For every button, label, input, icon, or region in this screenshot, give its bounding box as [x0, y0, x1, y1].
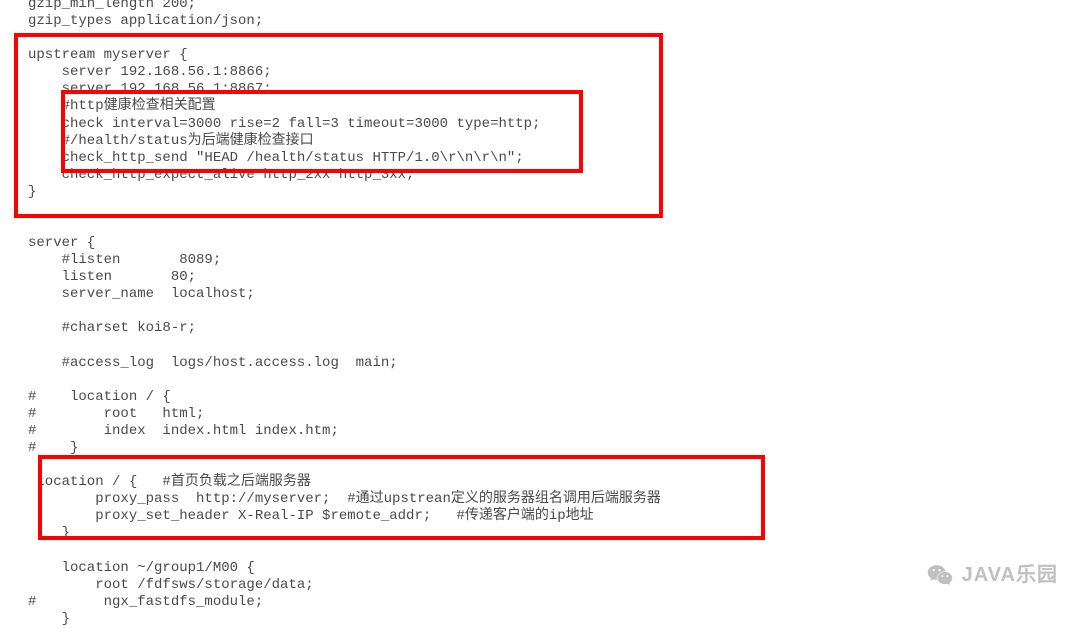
highlight-location-block	[38, 455, 765, 540]
watermark: JAVA乐园	[926, 561, 1058, 589]
wechat-icon	[926, 561, 954, 589]
watermark-text: JAVA乐园	[962, 563, 1058, 587]
highlight-healthcheck-block	[61, 90, 583, 173]
